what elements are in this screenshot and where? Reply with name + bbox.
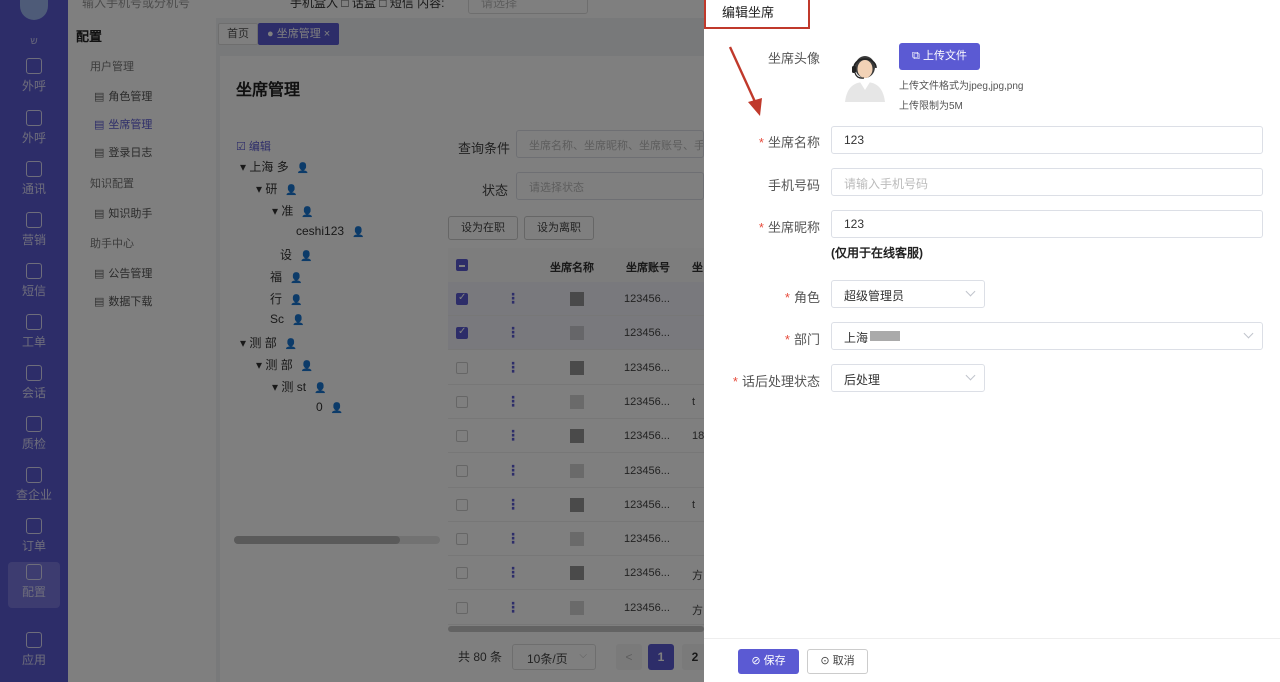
avatar-label: 坐席头像: [767, 51, 820, 66]
chevron-down-icon: [965, 286, 976, 297]
phone-input[interactable]: 请输入手机号码: [831, 168, 1263, 196]
required-mark: *: [784, 332, 790, 347]
cancel-label: 取消: [832, 655, 855, 667]
drawer-footer: ⊘ 保存 ⊙ 取消: [704, 638, 1280, 682]
after-call-value: 后处理: [844, 373, 881, 387]
required-mark: *: [758, 220, 764, 235]
after-call-status-select[interactable]: 后处理: [831, 364, 985, 392]
upload-file-button[interactable]: ⧉ 上传文件: [899, 43, 980, 70]
upload-button-label: 上传文件: [922, 50, 967, 62]
upload-hint-size: 上传限制为5M: [899, 101, 963, 112]
edit-agent-drawer: 编辑坐席 坐席头像 ⧉ 上传文件 上传文件格式为jpeg,jpg,png 上传限…: [704, 0, 1280, 682]
field-label-name: * 坐席名称: [704, 132, 820, 151]
field-label-nickname: * 坐席昵称: [704, 217, 820, 236]
agent-name-value: 123: [844, 133, 865, 147]
required-mark: *: [732, 374, 738, 389]
role-value: 超级管理员: [844, 289, 905, 303]
role-select[interactable]: 超级管理员: [831, 280, 985, 308]
save-label: 保存: [763, 655, 786, 667]
cancel-button[interactable]: ⊙ 取消: [807, 649, 868, 674]
field-label-text: 部门: [793, 332, 820, 347]
save-button[interactable]: ⊘ 保存: [738, 649, 799, 674]
redacted-block: [870, 331, 900, 341]
field-label-text: 话后处理状态: [741, 374, 820, 389]
phone-placeholder: 请输入手机号码: [844, 177, 929, 191]
field-label-after-call: * 话后处理状态: [704, 371, 820, 390]
field-label-dept: * 部门: [704, 329, 820, 348]
field-label-phone: 手机号码: [767, 178, 820, 193]
nickname-note: (仅用于在线客服): [831, 246, 923, 260]
upload-hint-format: 上传文件格式为jpeg,jpg,png: [899, 81, 1024, 92]
required-mark: *: [784, 290, 790, 305]
drawer-title: 编辑坐席: [722, 5, 775, 20]
agent-avatar[interactable]: [843, 50, 887, 102]
required-mark: *: [758, 135, 764, 150]
dept-select[interactable]: 上海: [831, 322, 1263, 350]
nickname-input[interactable]: 123: [831, 210, 1263, 238]
modal-overlay[interactable]: [0, 0, 704, 682]
field-label-text: 角色: [793, 290, 820, 305]
agent-name-input[interactable]: 123: [831, 126, 1263, 154]
field-label-role: * 角色: [704, 287, 820, 306]
nickname-value: 123: [844, 217, 865, 231]
chevron-down-icon: [965, 370, 976, 381]
field-label-text: 坐席名称: [767, 135, 820, 150]
field-label-text: 坐席昵称: [767, 220, 820, 235]
chevron-down-icon: [1243, 328, 1254, 339]
dept-value: 上海: [844, 331, 869, 345]
